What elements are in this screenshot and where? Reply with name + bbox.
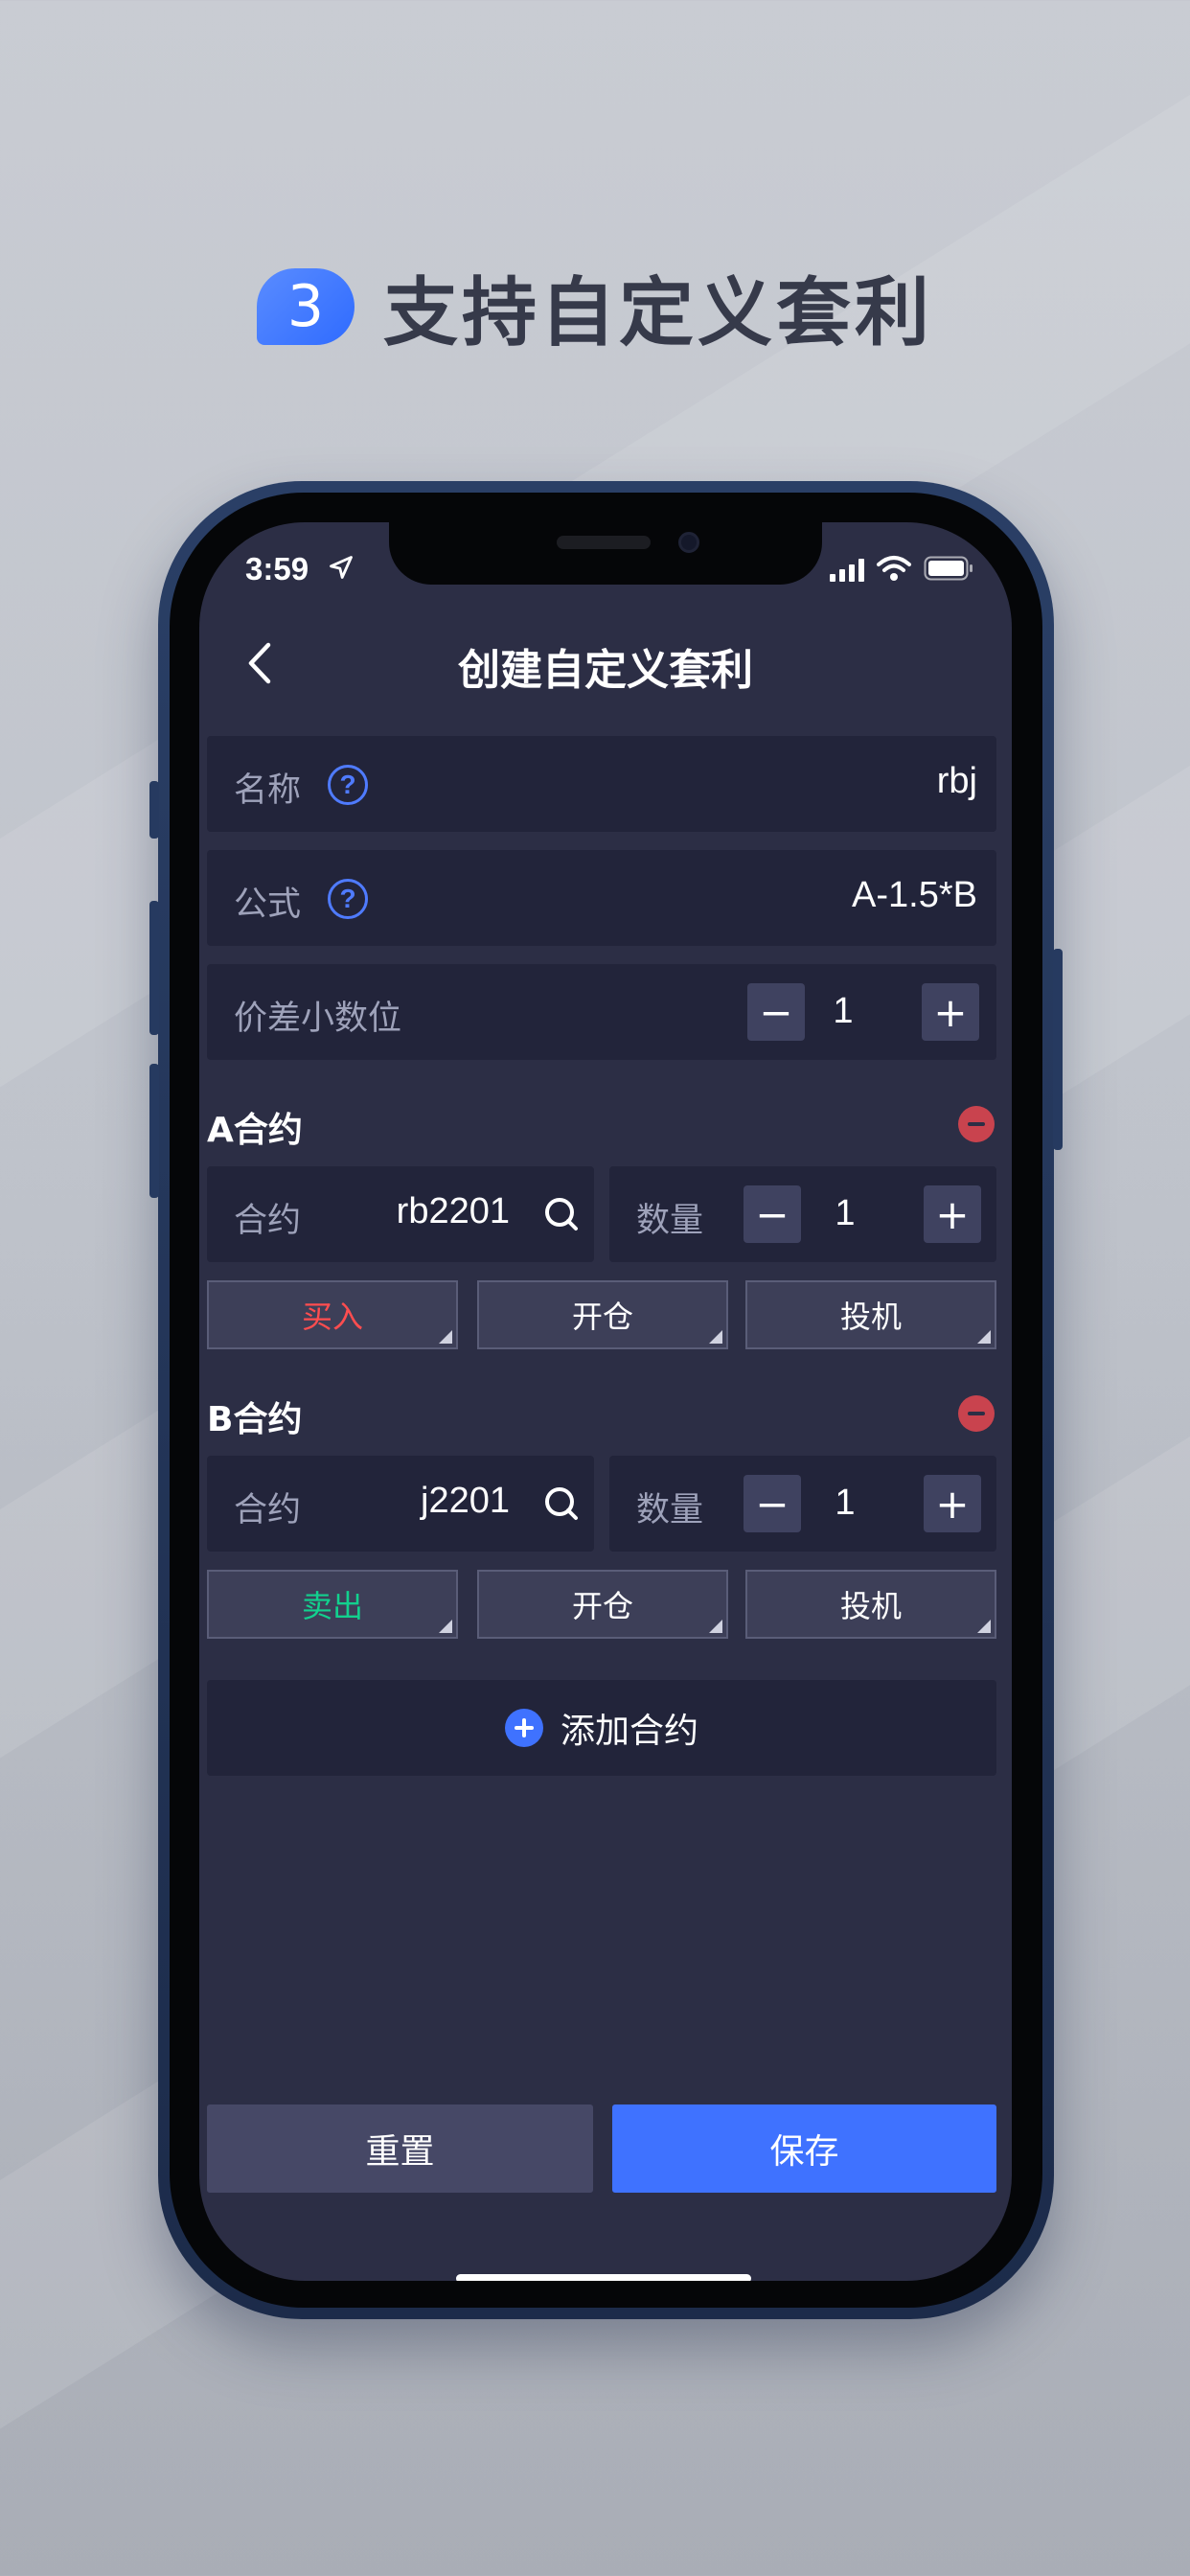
contract-a-direction-select[interactable]: 买入	[207, 1280, 458, 1349]
volume-down-button	[149, 1064, 159, 1198]
contract-b-offset-label: 开仓	[571, 1588, 633, 1624]
headline: 3 支持自定义套利	[0, 259, 1190, 356]
contract-a-qty-decrement-button[interactable]: −	[744, 1185, 801, 1243]
front-camera	[678, 532, 699, 553]
contract-b-hedge-select[interactable]: 投机	[745, 1570, 996, 1639]
contract-a-qty-value[interactable]: 1	[816, 1193, 874, 1234]
contract-b-search-icon[interactable]	[542, 1484, 581, 1523]
decimals-value[interactable]: 1	[814, 991, 872, 1032]
remove-contract-b-icon[interactable]	[958, 1395, 995, 1432]
location-arrow-icon	[330, 556, 353, 579]
formula-value[interactable]: A-1.5*B	[852, 875, 977, 916]
name-label: 名称	[234, 771, 302, 810]
decimals-label: 价差小数位	[234, 1000, 402, 1038]
signal-icon	[830, 559, 864, 582]
contract-a-offset-label: 开仓	[571, 1299, 633, 1335]
contract-b-title: B合约	[207, 1400, 303, 1439]
phone-screen: 3:59 创建自定义套利 名称 ? rbj 公式 ? A-1.5*B 价差小数位…	[199, 522, 1012, 2281]
contract-b-qty-increment-button[interactable]: +	[924, 1475, 981, 1532]
add-plus-icon	[504, 1709, 543, 1747]
battery-icon	[924, 556, 973, 581]
contract-a-symbol-value[interactable]: rb2201	[397, 1191, 510, 1232]
contract-a-hedge-label: 投机	[839, 1299, 902, 1335]
add-contract-label: 添加合约	[560, 1712, 698, 1751]
contract-b-hedge-label: 投机	[839, 1588, 902, 1624]
contract-a-offset-select[interactable]: 开仓	[477, 1280, 728, 1349]
wifi-icon	[877, 556, 911, 581]
contract-a-title: A合约	[207, 1111, 303, 1150]
step-badge: 3	[256, 268, 355, 345]
decimals-decrement-button[interactable]: −	[747, 983, 805, 1041]
home-indicator	[456, 2274, 751, 2281]
contract-b-symbol-label: 合约	[234, 1491, 302, 1530]
decimals-row: 价差小数位 − 1 +	[207, 964, 996, 1060]
contract-a-symbol-field[interactable]: 合约 rb2201	[207, 1166, 594, 1262]
contract-a-quantity-label: 数量	[636, 1202, 704, 1240]
contract-a-direction-label: 买入	[301, 1299, 363, 1335]
contract-a-search-icon[interactable]	[542, 1195, 581, 1233]
name-value[interactable]: rbj	[937, 761, 977, 802]
contract-a-quantity-field: 数量 − 1 +	[609, 1166, 996, 1262]
power-button	[1053, 949, 1063, 1150]
add-contract-button[interactable]: 添加合约	[207, 1680, 996, 1776]
contract-b-direction-label: 卖出	[301, 1588, 363, 1624]
status-time: 3:59	[245, 551, 309, 586]
contract-b-direction-select[interactable]: 卖出	[207, 1570, 458, 1639]
contract-a-qty-increment-button[interactable]: +	[924, 1185, 981, 1243]
contract-b-offset-select[interactable]: 开仓	[477, 1570, 728, 1639]
contract-b-qty-value[interactable]: 1	[816, 1483, 874, 1524]
name-row[interactable]: 名称 ? rbj	[207, 736, 996, 832]
reset-button[interactable]: 重置	[207, 2104, 593, 2193]
headline-text: 支持自定义套利	[382, 270, 933, 356]
remove-contract-a-icon[interactable]	[958, 1106, 995, 1142]
contract-b-quantity-field: 数量 − 1 +	[609, 1456, 996, 1552]
formula-help-icon[interactable]: ?	[328, 879, 368, 919]
contract-b-quantity-label: 数量	[636, 1491, 704, 1530]
contract-a-symbol-label: 合约	[234, 1202, 302, 1240]
page-title: 创建自定义套利	[458, 646, 753, 695]
save-button[interactable]: 保存	[612, 2104, 996, 2193]
contract-b-symbol-field[interactable]: 合约 j2201	[207, 1456, 594, 1552]
formula-row[interactable]: 公式 ? A-1.5*B	[207, 850, 996, 946]
notch	[389, 522, 822, 585]
contract-b-symbol-value[interactable]: j2201	[421, 1481, 510, 1522]
name-help-icon[interactable]: ?	[328, 765, 368, 805]
volume-up-button	[149, 901, 159, 1035]
contract-b-qty-decrement-button[interactable]: −	[744, 1475, 801, 1532]
speaker	[557, 536, 651, 549]
formula-label: 公式	[234, 886, 302, 924]
silent-switch	[149, 781, 159, 839]
decimals-increment-button[interactable]: +	[922, 983, 979, 1041]
contract-a-hedge-select[interactable]: 投机	[745, 1280, 996, 1349]
